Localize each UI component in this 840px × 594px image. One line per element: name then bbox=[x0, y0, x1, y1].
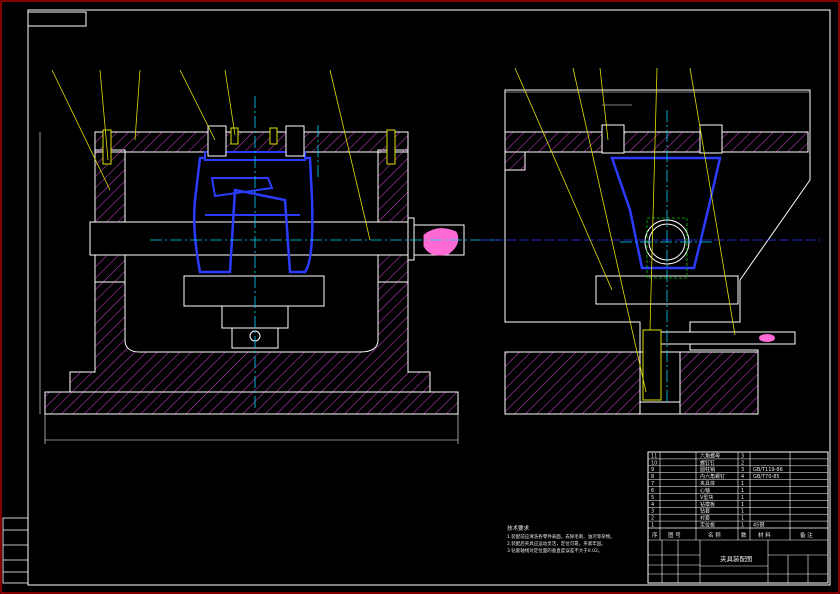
note-line-3: 3.钻套轴线对定位面的垂直度误差不大于0.02。 bbox=[507, 547, 602, 554]
drill-plate bbox=[94, 131, 409, 153]
part-qty: 2 bbox=[741, 460, 744, 466]
part-number: 4 bbox=[651, 502, 654, 508]
note-line-2: 2.装配后夹具应运动灵活，定位可靠，夹紧牢固。 bbox=[507, 540, 606, 547]
part-qty: 1 bbox=[741, 509, 744, 515]
cad-assembly-drawing: 技术要求 1.装配前应清洗各零件表面，去除毛刺、油污等杂物。 2.装配后夹具应运… bbox=[0, 0, 840, 594]
col-drawing-no: 图 号 bbox=[668, 531, 681, 539]
fixture-base bbox=[44, 391, 459, 415]
part-name: 衬套 bbox=[700, 515, 710, 522]
part-qty: 1 bbox=[741, 481, 744, 487]
binding-strip bbox=[2, 517, 29, 584]
col-qty: 数 bbox=[741, 531, 747, 539]
part-number: 1 bbox=[651, 523, 654, 529]
part-name: V型块 bbox=[700, 494, 713, 501]
part-number: 8 bbox=[651, 474, 654, 480]
part-name: 心轴 bbox=[700, 487, 710, 494]
drawing-title: 夹具装配图 bbox=[720, 554, 753, 563]
part-name: 夹具体 bbox=[700, 480, 715, 487]
technical-notes: 技术要求 1.装配前应清洗各零件表面，去除毛刺、油污等杂物。 2.装配后夹具应运… bbox=[507, 524, 615, 554]
part-number: 11 bbox=[651, 453, 657, 459]
front-view bbox=[39, 69, 500, 444]
part-name: 螺钉钉 bbox=[700, 459, 715, 466]
part-number: 5 bbox=[651, 495, 654, 501]
part-name: 内六角螺钉 bbox=[700, 473, 725, 480]
col-no: 序 bbox=[652, 531, 658, 539]
part-number: 3 bbox=[651, 509, 654, 515]
part-number: 2 bbox=[651, 516, 654, 522]
part-name: 钻套 bbox=[700, 508, 710, 515]
note-line-1: 1.装配前应清洗各零件表面，去除毛刺、油污等杂物。 bbox=[507, 533, 615, 540]
part-material: GB/T119-86 bbox=[753, 467, 783, 473]
part-qty: 1 bbox=[741, 488, 744, 494]
part-number: 7 bbox=[651, 481, 654, 487]
part-material: GB/T70-85 bbox=[753, 474, 780, 480]
part-name: 六角螺母 bbox=[700, 452, 720, 459]
col-remarks: 备 注 bbox=[800, 531, 813, 539]
part-number: 9 bbox=[651, 467, 654, 473]
mandrel bbox=[89, 221, 411, 256]
part-qty: 3 bbox=[741, 453, 744, 459]
title-block: 11 六角螺母 310 螺钉钉 29 圆柱销 3 GB/T119-868 内六角螺钉 4 GB/T7… bbox=[647, 451, 829, 584]
part-qty: 1 bbox=[741, 502, 744, 508]
side-view bbox=[480, 67, 820, 415]
part-qty: 1 bbox=[741, 523, 744, 529]
part-qty: 4 bbox=[741, 474, 744, 480]
part-material: 45钢 bbox=[753, 522, 764, 529]
notes-heading: 技术要求 bbox=[507, 524, 530, 532]
col-material: 材 料 bbox=[758, 531, 771, 539]
part-qty: 3 bbox=[741, 467, 744, 473]
drawing-number-box bbox=[27, 11, 87, 27]
part-name: 圆柱销 bbox=[700, 466, 715, 473]
v-block bbox=[183, 275, 325, 307]
part-qty: 1 bbox=[741, 495, 744, 501]
part-name: 钻模板 bbox=[700, 501, 715, 508]
col-name: 名 称 bbox=[708, 531, 721, 539]
part-name: 定位板 bbox=[700, 522, 715, 529]
part-qty: 1 bbox=[741, 516, 744, 522]
part-number: 6 bbox=[651, 488, 654, 494]
part-number: 10 bbox=[651, 460, 657, 466]
